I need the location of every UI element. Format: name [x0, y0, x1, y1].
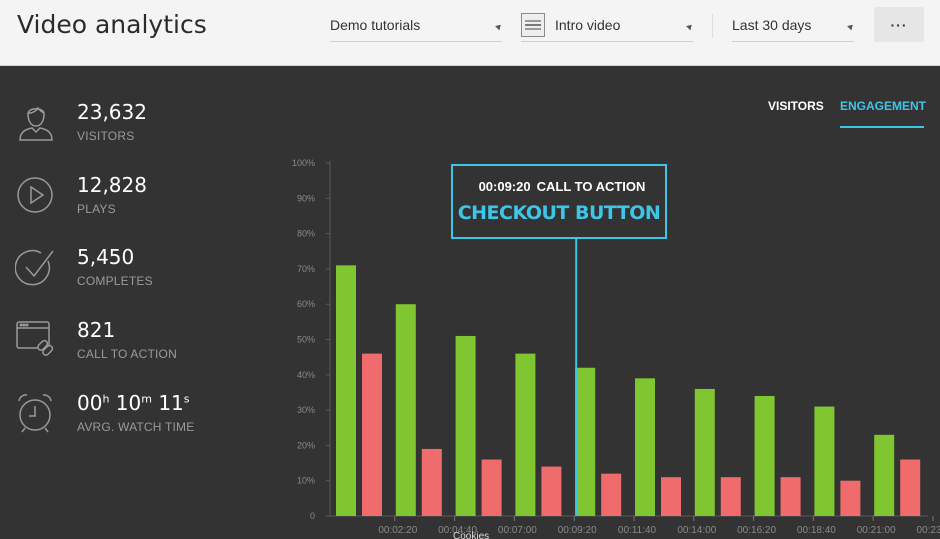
red-bar: [720, 477, 741, 516]
y-tick-label: 60%: [297, 299, 315, 309]
green-bar: [814, 406, 835, 516]
green-bar: [754, 395, 775, 516]
callout-time: 00:09:20: [478, 179, 531, 194]
green-bar: [336, 265, 356, 516]
x-tick-label: 00:09:20: [558, 525, 597, 536]
x-tick-label: 00:16:20: [737, 525, 776, 536]
y-tick-label: 50%: [297, 335, 315, 345]
x-tick-label: 00:18:40: [797, 525, 836, 536]
red-bar: [661, 477, 681, 516]
green-bar: [455, 335, 476, 516]
x-tick-label: 00:02:20: [378, 525, 417, 536]
x-tick-label: 00:23:20: [917, 525, 940, 536]
red-bar: [601, 473, 622, 516]
green-bar: [694, 388, 715, 516]
y-tick-label: 10%: [297, 476, 315, 486]
y-tick-label: 30%: [297, 405, 315, 415]
green-bar: [635, 378, 655, 516]
green-bar: [395, 304, 416, 516]
x-tick-label: 00:11:40: [618, 525, 657, 536]
x-tick-label: 00:07:00: [498, 525, 537, 536]
y-tick-label: 20%: [297, 440, 315, 450]
y-tick-label: 40%: [297, 370, 315, 380]
x-tick-label: 00:14:00: [677, 525, 716, 536]
y-tick-label: 100%: [292, 158, 315, 168]
y-tick-label: 80%: [297, 229, 315, 239]
red-bar: [362, 353, 382, 516]
y-tick-label: 0: [310, 511, 315, 521]
cookies-text[interactable]: Cookies: [453, 531, 489, 539]
engagement-chart: 0 10% 20% 30% 40% 50% 60% 70% 80% 90% 100% 00:02:20…: [292, 158, 940, 536]
red-bar: [840, 480, 861, 516]
red-bar: [481, 459, 502, 516]
y-tick-label: 90%: [297, 193, 315, 203]
x-tick-label: 00:21:00: [857, 525, 896, 536]
green-bar: [575, 367, 596, 516]
red-bar: [780, 477, 801, 516]
green-bar: [515, 353, 536, 516]
green-bar: [874, 434, 895, 516]
callout-title: CALL TO ACTION: [536, 179, 646, 194]
callout-subtitle: CHECKOUT BUTTON: [457, 202, 661, 224]
call-to-action-callout[interactable]: 00:09:20 CALL TO ACTION CHECKOUT BUTTON: [451, 164, 667, 239]
y-tick-label: 70%: [297, 264, 315, 274]
callout-header: 00:09:20 CALL TO ACTION: [453, 179, 665, 194]
red-bar: [900, 459, 921, 516]
red-bar: [421, 448, 442, 516]
red-bar: [541, 466, 562, 516]
